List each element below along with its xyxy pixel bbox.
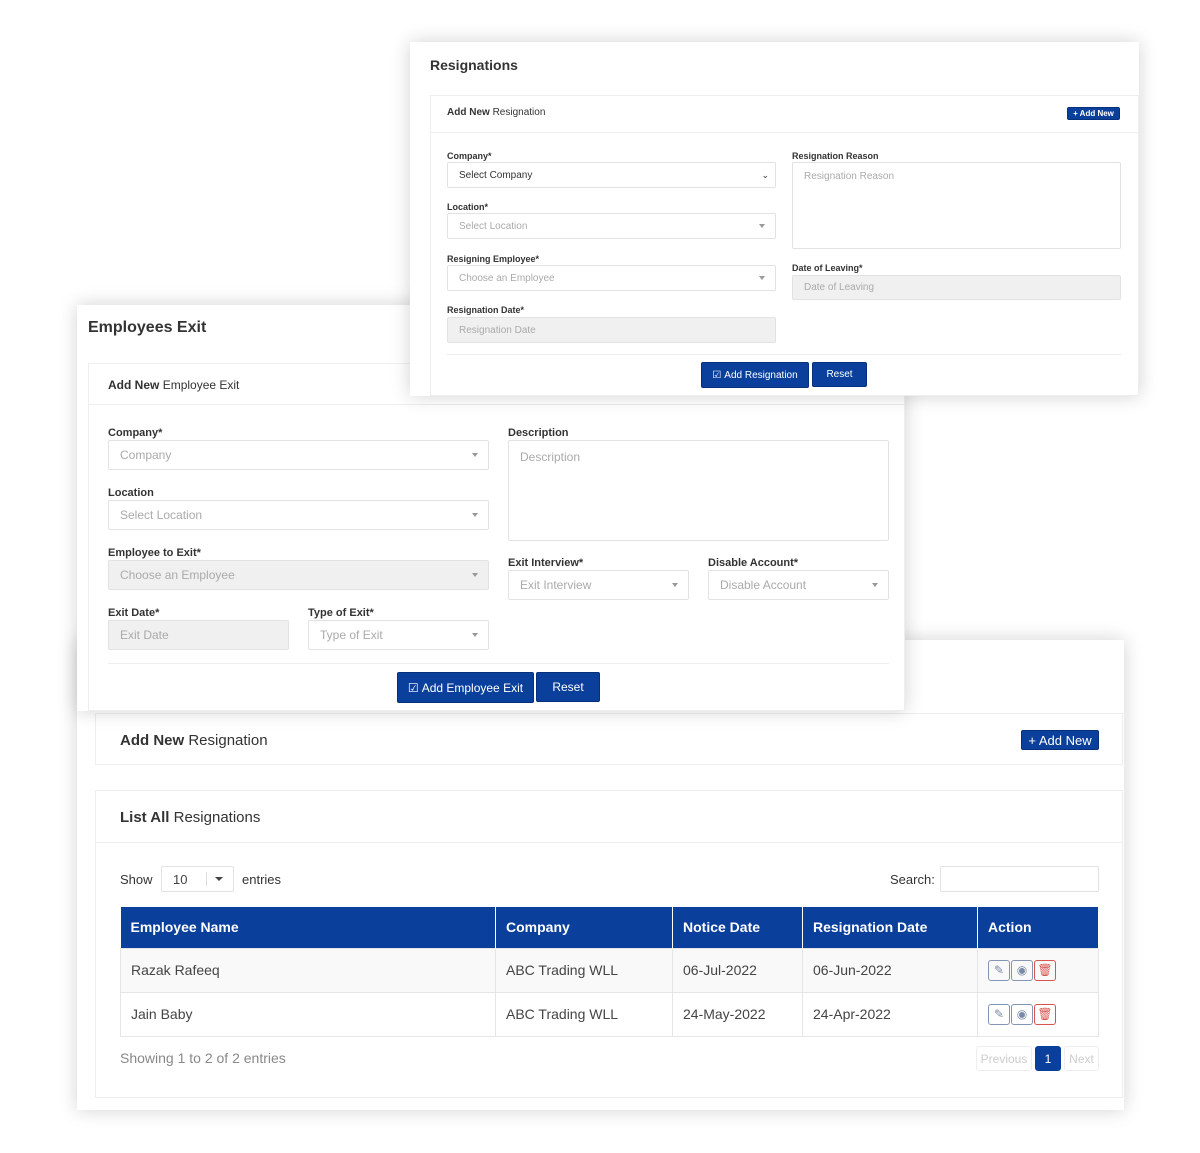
company-label: Company* <box>108 427 163 439</box>
trash-icon[interactable]: 🗑 <box>1034 1003 1056 1025</box>
chevron-down-icon: ⌄ <box>761 169 769 180</box>
date-label: Resignation Date* <box>447 305 525 315</box>
next-button[interactable]: Next <box>1064 1046 1099 1071</box>
disable-label: Disable Account* <box>708 557 799 569</box>
panel-title: Add New Resignation <box>120 732 268 749</box>
reset-button[interactable]: Reset <box>812 362 867 387</box>
add-new-button[interactable]: + Add New <box>1021 730 1099 750</box>
table-info: Showing 1 to 2 of 2 entries <box>120 1050 286 1066</box>
page-title: Resignations <box>430 57 518 73</box>
add-employee-exit-button[interactable]: ☑ Add Employee Exit <box>397 672 534 703</box>
trash-icon[interactable]: 🗑 <box>1034 959 1056 981</box>
exit-date-label: Exit Date* <box>108 607 160 619</box>
description-label: Description <box>508 427 569 439</box>
interview-select[interactable]: Exit Interview <box>508 570 689 600</box>
resignations-table: Employee Name Company Notice Date Resign… <box>120 907 1099 1037</box>
entries-label: entries <box>242 872 282 887</box>
col-employee-name[interactable]: Employee Name <box>120 907 496 948</box>
reason-label: Resignation Reason <box>792 151 879 161</box>
company-select[interactable]: Company <box>108 440 489 470</box>
reset-button[interactable]: Reset <box>536 672 600 702</box>
location-label: Location* <box>447 202 489 212</box>
interview-label: Exit Interview* <box>508 557 584 569</box>
check-square-icon: ☑ <box>407 680 419 695</box>
exit-date-input[interactable]: Exit Date <box>108 620 289 650</box>
type-label: Type of Exit* <box>308 607 374 619</box>
panel-title: Add New Resignation <box>447 107 546 118</box>
entries-select[interactable]: 10 <box>161 866 234 892</box>
add-new-button[interactable]: + Add New <box>1067 107 1120 120</box>
table-row: Razak Rafeeq ABC Trading WLL 06-Jul-2022… <box>120 947 1099 993</box>
panel-title: List All Resignations <box>120 809 261 826</box>
location-select[interactable]: Select Location <box>108 500 489 530</box>
page-1-button[interactable]: 1 <box>1035 1046 1061 1071</box>
previous-button[interactable]: Previous <box>976 1046 1032 1071</box>
search-label: Search: <box>890 872 935 887</box>
disable-select[interactable]: Disable Account <box>708 570 889 600</box>
leaving-date-input[interactable]: Date of Leaving <box>792 275 1121 300</box>
resignation-date-input[interactable]: Resignation Date <box>447 317 776 343</box>
location-select[interactable]: Select Location <box>447 213 776 239</box>
type-select[interactable]: Type of Exit <box>308 620 489 650</box>
employee-label: Resigning Employee* <box>447 254 540 264</box>
search-input[interactable] <box>940 866 1099 892</box>
add-resignation-button[interactable]: ☑ Add Resignation <box>701 362 809 388</box>
col-action: Action <box>977 907 1099 948</box>
page-title: Employees Exit <box>88 319 207 336</box>
list-panel: List All Resignations Show 10 entries Se… <box>95 790 1123 1098</box>
location-label: Location <box>108 487 154 499</box>
check-square-icon: ☑ <box>712 369 722 381</box>
table-row: Jain Baby ABC Trading WLL 24-May-2022 24… <box>120 991 1099 1037</box>
company-select[interactable]: Select Company ⌄ <box>447 162 776 188</box>
employee-label: Employee to Exit* <box>108 547 201 559</box>
panel-title: Add New Employee Exit <box>108 378 240 392</box>
show-label: Show <box>120 872 153 887</box>
description-textarea[interactable]: Description <box>508 440 889 541</box>
col-notice-date[interactable]: Notice Date <box>672 907 803 948</box>
col-company[interactable]: Company <box>495 907 673 948</box>
eye-icon[interactable]: ◉ <box>1011 959 1033 981</box>
employee-select[interactable]: Choose an Employee <box>447 265 776 291</box>
add-new-panel: Add New Resignation + Add New <box>95 713 1123 765</box>
pencil-icon[interactable]: ✎ <box>988 1003 1010 1025</box>
reason-textarea[interactable]: Resignation Reason <box>792 162 1121 249</box>
employee-select[interactable]: Choose an Employee <box>108 560 489 590</box>
company-label: Company* <box>447 151 492 161</box>
eye-icon[interactable]: ◉ <box>1011 1003 1033 1025</box>
leaving-label: Date of Leaving* <box>792 263 863 273</box>
col-resignation-date[interactable]: Resignation Date <box>802 907 978 948</box>
resignation-form-card: Resignations Add New Resignation + Add N… <box>410 42 1139 396</box>
pencil-icon[interactable]: ✎ <box>988 959 1010 981</box>
